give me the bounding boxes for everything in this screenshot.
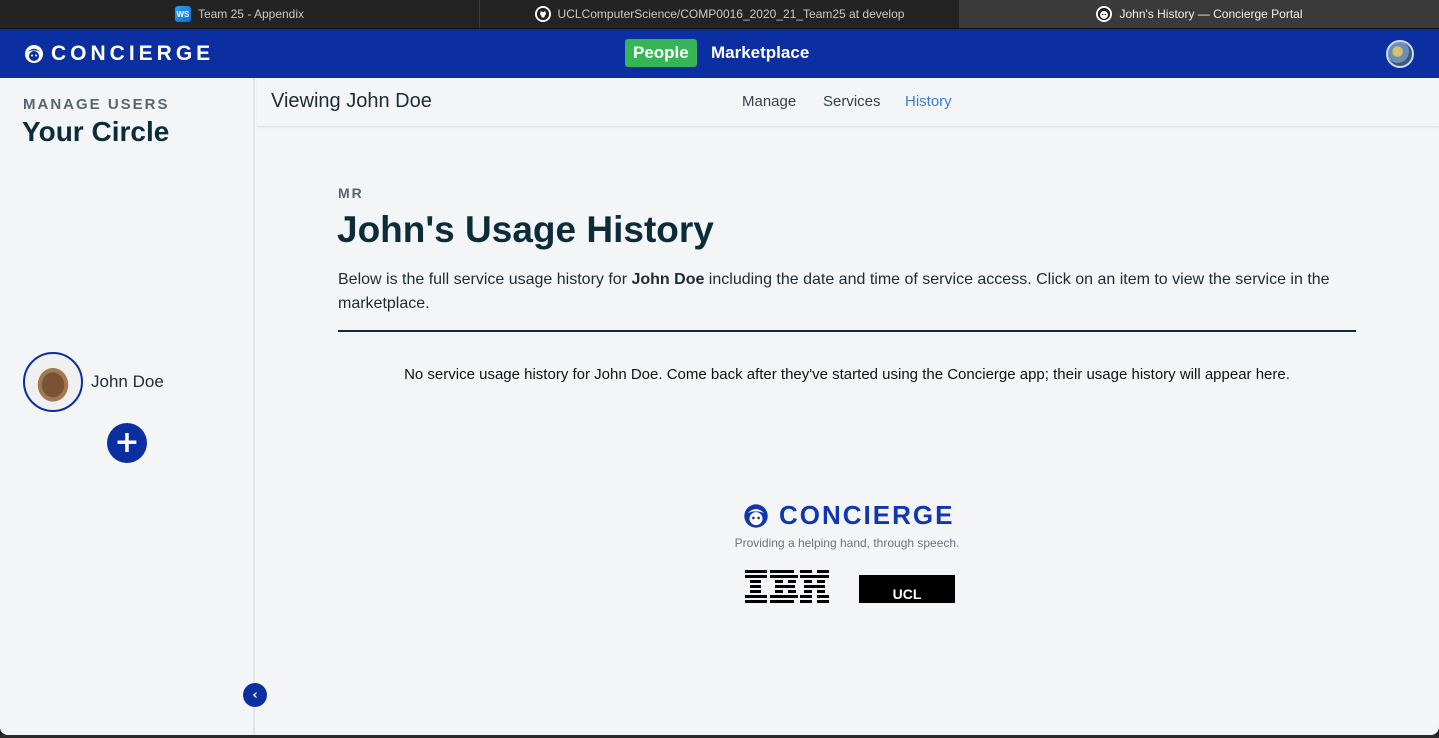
footer-brand-name: CONCIERGE — [779, 500, 955, 530]
nav-marketplace-link[interactable]: Marketplace — [711, 39, 809, 67]
tab-title: Team 25 - Appendix — [197, 7, 305, 21]
tab-history[interactable]: History — [905, 93, 952, 110]
user-avatar[interactable] — [1386, 40, 1414, 68]
tab-services[interactable]: Services — [823, 93, 881, 110]
add-member-button[interactable]: + — [107, 423, 147, 463]
concierge-logo-icon — [25, 45, 43, 63]
ibm-logo — [745, 570, 829, 603]
browser-tab-strip: WS Team 25 - Appendix UCLComputerScience… — [0, 0, 1439, 29]
user-title-overline: MR — [338, 185, 364, 201]
desc-prefix: Below is the full service usage history … — [338, 271, 632, 288]
footer-brand: CONCIERGE — [743, 500, 954, 531]
circle-member-john-doe[interactable]: John Doe — [23, 352, 164, 412]
browser-tab-appendix[interactable]: WS Team 25 - Appendix — [0, 0, 480, 28]
ucl-logo: UCL — [859, 575, 955, 603]
concierge-page: CONCIERGE People Marketplace MANAGE USER… — [0, 29, 1439, 735]
desc-user-name: John Doe — [631, 271, 705, 288]
tab-title: UCLComputerScience/COMP0016_2020_21_Team… — [557, 7, 905, 21]
nav-people-link[interactable]: People — [625, 39, 697, 67]
github-icon — [534, 6, 551, 22]
tab-title: John's History — Concierge Portal — [1119, 7, 1303, 21]
page-title: John's Usage History — [337, 209, 714, 250]
brand-logo[interactable]: CONCIERGE — [24, 42, 214, 66]
divider — [338, 330, 1356, 332]
collapse-sidebar-button[interactable]: ‹ — [243, 683, 267, 707]
concierge-icon — [1096, 6, 1113, 22]
empty-history-message: No service usage history for John Doe. C… — [404, 366, 1290, 383]
tagline: Providing a helping hand, through speech… — [734, 536, 960, 550]
member-avatar — [23, 352, 83, 412]
ucl-logo-text: UCL — [892, 586, 922, 602]
plus-icon: + — [114, 425, 140, 460]
main-content: MR John's Usage History Below is the ful… — [257, 127, 1439, 735]
top-navbar: CONCIERGE People Marketplace — [0, 29, 1439, 78]
brand-name: CONCIERGE — [51, 42, 215, 65]
viewing-title: Viewing John Doe — [271, 90, 432, 112]
tab-manage[interactable]: Manage — [742, 93, 796, 110]
webstorm-icon: WS — [174, 6, 191, 22]
chevron-left-icon: ‹ — [252, 687, 258, 703]
sidebar: MANAGE USERS Your Circle John Doe + — [0, 78, 255, 735]
browser-tab-github[interactable]: UCLComputerScience/COMP0016_2020_21_Team… — [480, 0, 960, 28]
history-description: Below is the full service usage history … — [338, 268, 1348, 316]
concierge-logo-icon — [744, 503, 768, 528]
browser-tab-concierge[interactable]: John's History — Concierge Portal — [960, 0, 1439, 28]
sidebar-title: Your Circle — [22, 116, 170, 147]
member-name: John Doe — [91, 372, 164, 391]
sidebar-overline: MANAGE USERS — [23, 96, 170, 113]
sub-header: Viewing John Doe Manage Services History — [257, 78, 1439, 127]
